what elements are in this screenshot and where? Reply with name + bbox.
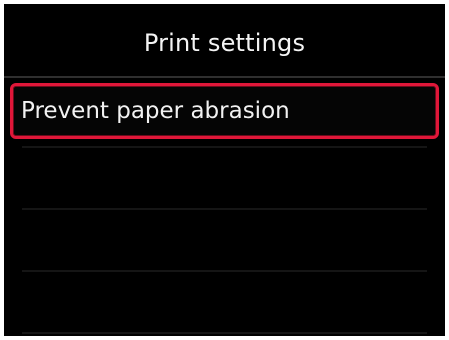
menu-row-divider: [22, 332, 427, 334]
empty-menu-row: [12, 274, 437, 326]
prevent-paper-abrasion-label: Prevent paper abrasion: [21, 98, 290, 124]
prevent-paper-abrasion-option[interactable]: Prevent paper abrasion: [10, 83, 439, 139]
print-settings-menu: Prevent paper abrasion: [4, 78, 445, 336]
empty-menu-row: [12, 150, 437, 202]
menu-row-divider: [22, 270, 427, 272]
screen-header: Print settings: [4, 4, 445, 76]
menu-row-divider: [22, 208, 427, 210]
empty-menu-row: [12, 212, 437, 264]
menu-row-divider: [22, 146, 427, 148]
print-settings-title: Print settings: [143, 29, 306, 57]
printer-display-screen: Print settings Prevent paper abrasion: [4, 4, 445, 336]
